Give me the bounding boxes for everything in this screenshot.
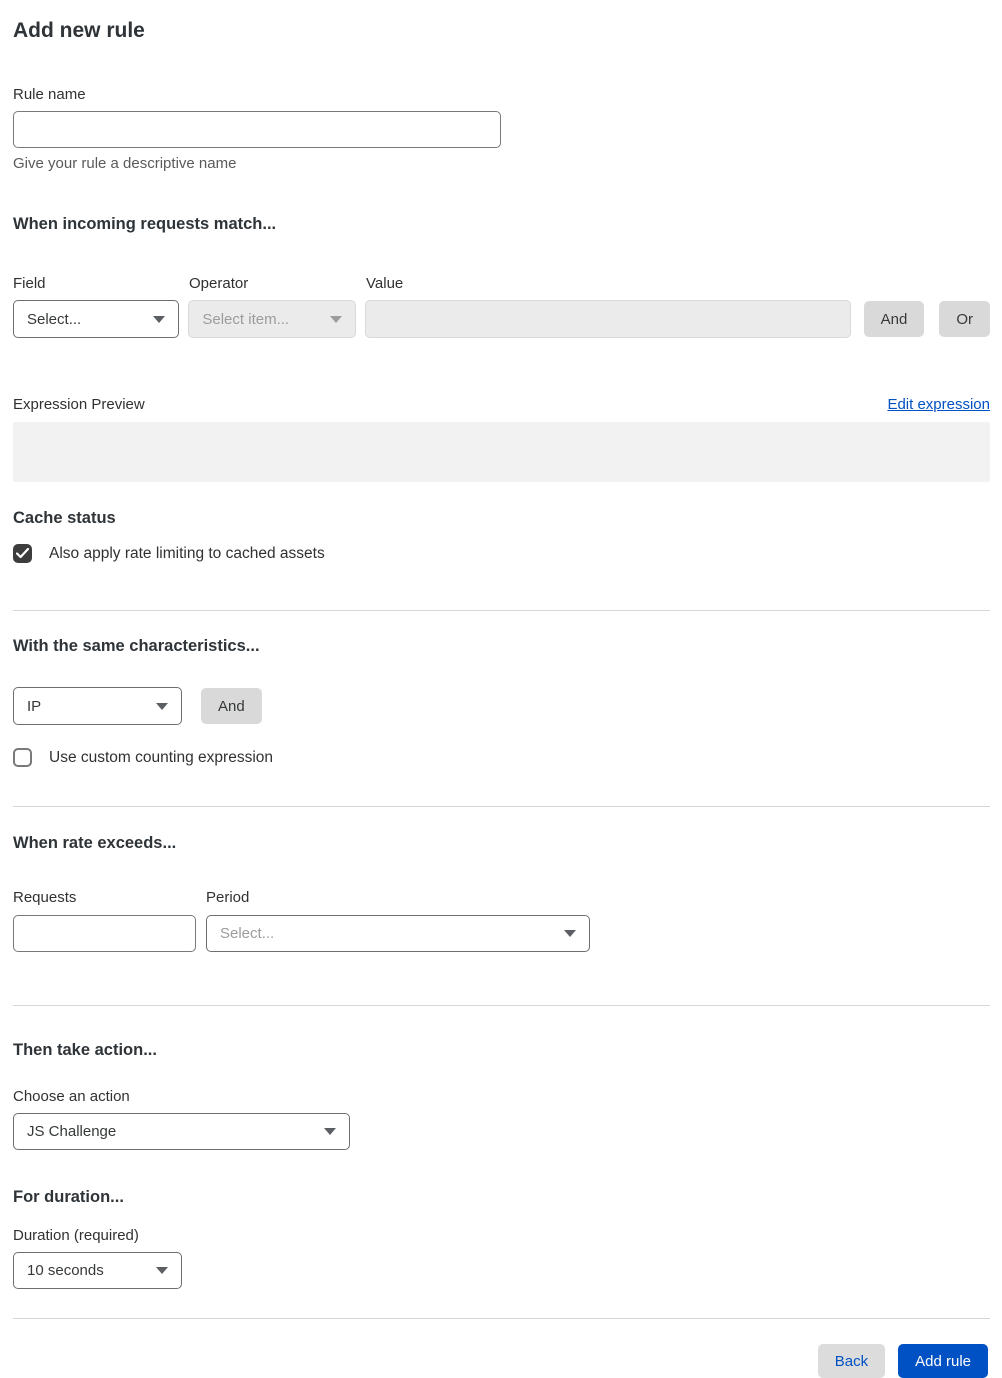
operator-label: Operator [189, 275, 249, 292]
expression-preview-label: Expression Preview [13, 396, 145, 413]
page-title: Add new rule [13, 19, 145, 42]
custom-counting-label: Use custom counting expression [49, 748, 274, 766]
duration-heading: For duration... [13, 1188, 124, 1206]
field-select-value: Select... [27, 310, 82, 328]
section-divider [13, 610, 990, 611]
rule-name-input[interactable] [13, 111, 501, 148]
value-input [364, 300, 851, 338]
chevron-down-icon [564, 930, 576, 937]
characteristic-select[interactable]: IP [13, 687, 182, 725]
characteristics-row: IP And [13, 687, 990, 725]
match-section-heading: When incoming requests match... [13, 215, 277, 233]
add-rule-form: Add new rule Rule name Give your rule a … [0, 0, 1002, 1378]
add-rule-button[interactable]: Add rule [898, 1344, 988, 1378]
characteristic-and-button[interactable]: And [201, 688, 262, 724]
rate-labels-row: Requests Period [13, 889, 990, 906]
match-condition-row: Select... Select item... And Or [13, 300, 990, 338]
footer-actions: Back Add rule [13, 1344, 990, 1378]
period-select[interactable]: Select... [206, 915, 590, 952]
value-label: Value [366, 275, 404, 292]
operator-select-value: Select item... [202, 310, 290, 328]
chevron-down-icon [329, 315, 342, 323]
action-label: Choose an action [13, 1088, 130, 1105]
counting-expression-row: Use custom counting expression [13, 748, 990, 767]
or-button[interactable]: Or [939, 301, 990, 337]
cache-status-heading: Cache status [13, 509, 116, 527]
rate-heading: When rate exceeds... [13, 834, 177, 852]
chevron-down-icon [324, 1128, 336, 1135]
section-divider [13, 1005, 990, 1006]
rule-name-help: Give your rule a descriptive name [13, 155, 237, 172]
requests-label: Requests [13, 889, 77, 906]
custom-counting-checkbox[interactable] [13, 748, 32, 767]
expression-preview-box [13, 422, 990, 482]
action-heading: Then take action... [13, 1041, 157, 1059]
characteristic-select-value: IP [27, 697, 42, 715]
expression-preview-header: Expression Preview Edit expression [13, 396, 990, 413]
and-button[interactable]: And [863, 301, 925, 337]
checkmark-icon [16, 548, 29, 559]
period-label: Period [206, 889, 250, 906]
rule-name-label: Rule name [13, 86, 86, 103]
period-select-value: Select... [220, 925, 275, 942]
chevron-down-icon [156, 1267, 168, 1274]
match-labels-row: Field Operator Value [13, 275, 990, 292]
requests-input[interactable] [13, 915, 196, 952]
chevron-down-icon [153, 315, 166, 323]
duration-label: Duration (required) [13, 1227, 139, 1244]
duration-select[interactable]: 10 seconds [13, 1252, 182, 1289]
footer-divider [13, 1318, 990, 1319]
action-select-value: JS Challenge [27, 1123, 117, 1140]
edit-expression-link[interactable]: Edit expression [887, 396, 990, 413]
field-label: Field [13, 275, 46, 292]
rate-inputs-row: Select... [13, 915, 990, 952]
section-divider [13, 806, 990, 807]
chevron-down-icon [156, 702, 168, 710]
action-select[interactable]: JS Challenge [13, 1113, 350, 1150]
operator-select: Select item... [188, 300, 356, 338]
cache-status-checkbox-row: Also apply rate limiting to cached asset… [13, 544, 990, 563]
cached-assets-label: Also apply rate limiting to cached asset… [49, 544, 325, 562]
cached-assets-checkbox[interactable] [13, 544, 32, 563]
characteristics-heading: With the same characteristics... [13, 637, 260, 655]
duration-select-value: 10 seconds [27, 1262, 104, 1279]
field-select[interactable]: Select... [13, 300, 180, 338]
back-button[interactable]: Back [817, 1344, 886, 1378]
